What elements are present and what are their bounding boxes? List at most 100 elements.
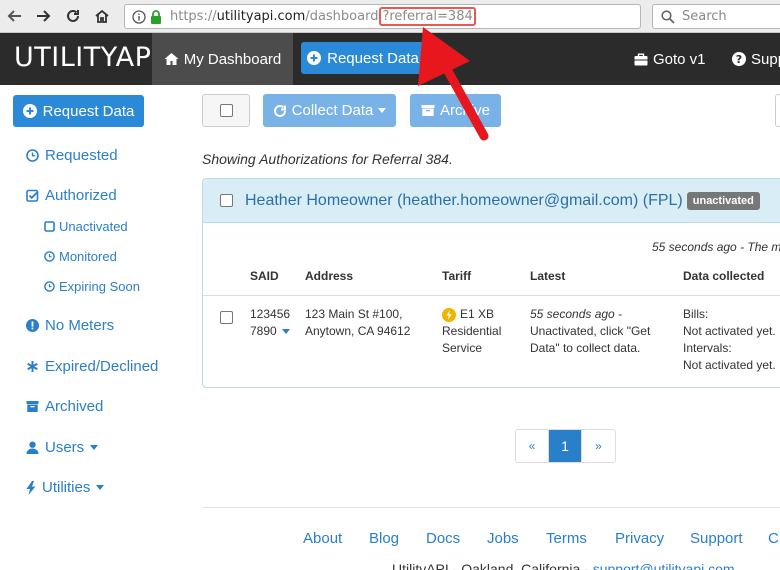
plus-circle-icon [22,104,37,118]
pagination-prev[interactable]: « [516,430,549,462]
sidebar-item-label: Users [45,439,85,456]
pagination-next[interactable]: » [582,430,615,462]
checkbox-box [219,104,233,117]
nav-request-data-button[interactable]: Request Data [301,42,425,74]
question-circle-icon: ? [732,52,746,66]
said-line-1: 123456 [250,307,291,321]
sidebar-item-label: No Meters [45,317,115,334]
caret-down-icon[interactable] [281,329,290,334]
footer-link-about[interactable]: About [303,530,342,547]
customer-title-link[interactable]: Heather Homeowner (heather.homeowner@gma… [245,192,683,210]
latest-separator: - [614,307,623,321]
archive-button[interactable]: Archive [410,94,501,127]
footer-link-docs[interactable]: Docs [426,530,460,547]
meter-checkbox[interactable] [220,311,233,324]
latest-line-3: Data" to collect data. [530,341,641,355]
clock-icon [44,251,55,262]
bills-value: Not activated yet. [683,324,776,338]
user-icon [26,441,39,454]
home-icon [164,52,179,66]
refresh-icon [273,104,287,118]
panel-updated-text: 55 seconds ago - The m [652,240,780,254]
footer-divider [202,507,780,508]
pagination-page-current[interactable]: 1 [549,430,582,462]
sidebar-request-data-label: Request Data [42,102,135,120]
latest-line-2: Unactivated, click "Get [530,324,651,338]
search-input[interactable]: Search [652,4,780,29]
address-bar[interactable]: https://utilityapi.com/dashboard ?referra… [124,4,641,29]
select-all-checkbox[interactable] [202,94,250,127]
sidebar-item-users[interactable]: Users [26,439,99,456]
exclamation-circle-icon [26,319,39,332]
nav-my-dashboard-label: My Dashboard [183,50,282,68]
nav-my-dashboard[interactable]: My Dashboard [152,33,293,85]
caret-down-icon [90,445,99,450]
caret-down-icon [96,485,105,490]
column-header-tariff: Tariff [442,269,472,283]
nav-request-data-label: Request Data [327,49,419,67]
latest-cell: 55 seconds ago - Unactivated, click "Get… [530,306,650,357]
footer-link-support[interactable]: Support [690,530,743,547]
sidebar-item-archived[interactable]: Archived [26,398,103,415]
lightning-badge-icon [442,307,456,322]
tariff-line-2: Residential [442,324,502,338]
brand-logo[interactable]: UTILITYAPI [14,42,160,73]
url-scheme: https:// [170,9,217,24]
nav-goto[interactable]: Goto v1 [634,33,706,85]
sidebar-item-authorized[interactable]: Authorized [26,187,117,204]
nav-goto-label: Goto v1 [653,50,706,68]
bills-label: Bills: [683,307,709,321]
lock-icon [150,9,162,24]
sidebar-item-monitored[interactable]: Monitored [44,249,117,264]
sidebar-request-data-button[interactable]: Request Data [13,95,144,127]
intervals-label: Intervals: [683,341,732,355]
said-line-2: 7890 [250,324,277,338]
status-badge: unactivated [686,191,760,210]
caret-down-icon [378,108,387,113]
clock-icon [26,149,39,162]
svg-text:?: ? [736,53,742,66]
back-icon[interactable] [4,5,26,27]
asterisk-icon [26,360,39,373]
column-header-data-collected: Data collected [683,269,765,283]
info-icon[interactable] [132,9,146,24]
said-cell[interactable]: 123456 7890 [250,306,290,340]
sidebar-item-unactivated[interactable]: Unactivated [44,219,128,234]
sidebar-item-expiring-soon[interactable]: Expiring Soon [44,279,140,294]
footer-link-privacy[interactable]: Privacy [615,530,664,547]
url-path: /dashboard [305,9,379,24]
data-collected-cell: Bills: Not activated yet. Intervals: Not… [683,306,776,374]
footer-link-blog[interactable]: Blog [369,530,399,547]
collect-data-button[interactable]: Collect Data [263,94,396,127]
sidebar-item-label: Archived [45,398,104,415]
sidebar-item-requested[interactable]: Requested [26,147,118,164]
column-header-address: Address [305,269,354,283]
search-placeholder: Search [682,9,727,24]
pagination: « 1 » [515,429,616,463]
authorization-checkbox[interactable] [220,194,233,207]
sidebar-item-no-meters[interactable]: No Meters [26,317,114,334]
bolt-icon [26,480,36,495]
sidebar-item-label: Monitored [59,249,117,264]
intervals-value: Not activated yet. [683,358,776,372]
archive-icon [421,104,435,117]
briefcase-icon [634,53,648,66]
url-host: utilityapi.com [216,9,306,24]
check-square-icon [26,189,39,202]
sidebar-item-expired-declined[interactable]: Expired/Declined [26,358,158,375]
toolbar-right-button[interactable] [775,94,780,127]
nav-support[interactable]: ? Support [732,33,780,85]
footer-link-jobs[interactable]: Jobs [487,530,519,547]
sidebar-item-label: Requested [45,147,118,164]
footer-link-cut-off[interactable]: C [768,530,779,547]
forward-icon[interactable] [32,5,54,27]
sidebar-item-label: Unactivated [59,219,128,234]
reload-icon[interactable] [62,5,84,27]
footer-address: UtilityAPI - Oakland, California - suppo… [392,561,735,570]
sidebar-item-utilities[interactable]: Utilities [26,479,105,496]
footer-link-terms[interactable]: Terms [546,530,587,547]
home-icon[interactable] [91,5,113,27]
browser-toolbar: https://utilityapi.com/dashboard ?referra… [0,0,780,33]
footer-email-link[interactable]: support@utilityapi.com [593,561,735,570]
search-icon [661,9,675,24]
